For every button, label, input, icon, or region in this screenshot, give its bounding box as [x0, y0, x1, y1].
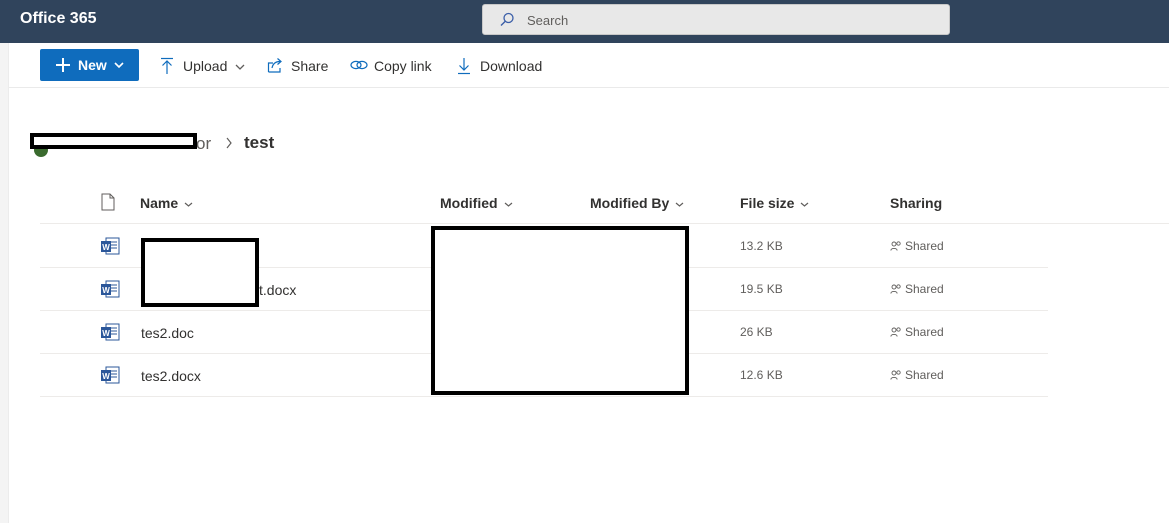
- column-name-label: Name: [140, 195, 179, 211]
- share-label: Share: [291, 58, 329, 74]
- search-box[interactable]: Search: [482, 4, 950, 35]
- svg-text:W: W: [102, 286, 110, 295]
- word-file-icon: W: [101, 237, 120, 255]
- svg-text:W: W: [102, 372, 110, 381]
- upload-button[interactable]: Upload: [159, 57, 245, 77]
- breadcrumb-current: test: [244, 133, 275, 152]
- people-icon: [890, 370, 901, 380]
- search-placeholder: Search: [527, 13, 569, 28]
- redaction-box: [30, 133, 197, 149]
- file-name[interactable]: tes2.doc: [141, 325, 194, 341]
- sharing-label: Shared: [905, 282, 944, 296]
- sharing-label: Shared: [905, 368, 944, 382]
- file-size: 13.2 KB: [740, 239, 783, 253]
- upload-label: Upload: [183, 58, 228, 74]
- chevron-right-icon: [226, 137, 232, 149]
- chevron-down-icon: [114, 62, 124, 69]
- file-size: 26 KB: [740, 325, 773, 339]
- column-modified-by-label: Modified By: [590, 195, 670, 211]
- column-sharing[interactable]: Sharing: [890, 195, 942, 211]
- svg-text:W: W: [102, 329, 110, 338]
- upload-icon: [161, 57, 173, 74]
- file-name[interactable]: t.docx: [259, 282, 296, 298]
- column-file-size[interactable]: File size: [740, 195, 809, 211]
- app-brand[interactable]: Office 365: [20, 10, 96, 28]
- new-button-label: New: [78, 57, 107, 73]
- word-file-icon: W: [101, 366, 120, 384]
- chevron-down-icon: [504, 202, 512, 207]
- command-bar: New Upload Share Copy link Download: [9, 43, 1169, 88]
- sharing-label: Shared: [905, 325, 944, 339]
- breadcrumb-parent[interactable]: or: [196, 134, 211, 154]
- column-modified-label: Modified: [440, 195, 498, 211]
- copy-link-button[interactable]: Copy link: [350, 57, 436, 77]
- column-file-size-label: File size: [740, 195, 795, 211]
- new-button[interactable]: New: [40, 49, 139, 81]
- chevron-down-icon: [675, 202, 684, 207]
- column-sharing-label: Sharing: [890, 195, 943, 211]
- word-file-icon: W: [101, 323, 120, 341]
- share-button[interactable]: Share: [267, 57, 331, 77]
- chevron-down-icon: [184, 202, 193, 207]
- people-icon: [890, 327, 901, 337]
- download-icon: [458, 58, 470, 75]
- chevron-down-icon: [801, 202, 809, 207]
- download-label: Download: [480, 58, 543, 74]
- file-size: 12.6 KB: [740, 368, 783, 382]
- link-icon: [350, 60, 368, 70]
- download-button[interactable]: Download: [456, 57, 546, 77]
- left-nav-strip: [0, 43, 9, 523]
- column-name[interactable]: Name: [140, 195, 193, 211]
- svg-text:W: W: [102, 243, 110, 252]
- column-modified[interactable]: Modified: [440, 195, 513, 211]
- redaction-box: [431, 226, 689, 395]
- redaction-box: [141, 238, 259, 307]
- column-modified-by[interactable]: Modified By: [590, 195, 684, 211]
- people-icon: [890, 241, 901, 251]
- list-header: Name Modified Modified By File size Shar…: [40, 182, 1169, 224]
- share-icon: [267, 58, 282, 73]
- plus-icon: [56, 58, 70, 72]
- file-size: 19.5 KB: [740, 282, 783, 296]
- suite-bar: Office 365 Search: [0, 0, 1169, 43]
- sharing-label: Shared: [905, 239, 944, 253]
- people-icon: [890, 284, 901, 294]
- file-name[interactable]: tes2.docx: [141, 368, 201, 384]
- search-icon: [500, 12, 514, 26]
- chevron-down-icon: [235, 64, 245, 70]
- word-file-icon: W: [101, 280, 120, 298]
- copy-link-label: Copy link: [374, 58, 432, 74]
- file-type-icon[interactable]: [100, 193, 116, 211]
